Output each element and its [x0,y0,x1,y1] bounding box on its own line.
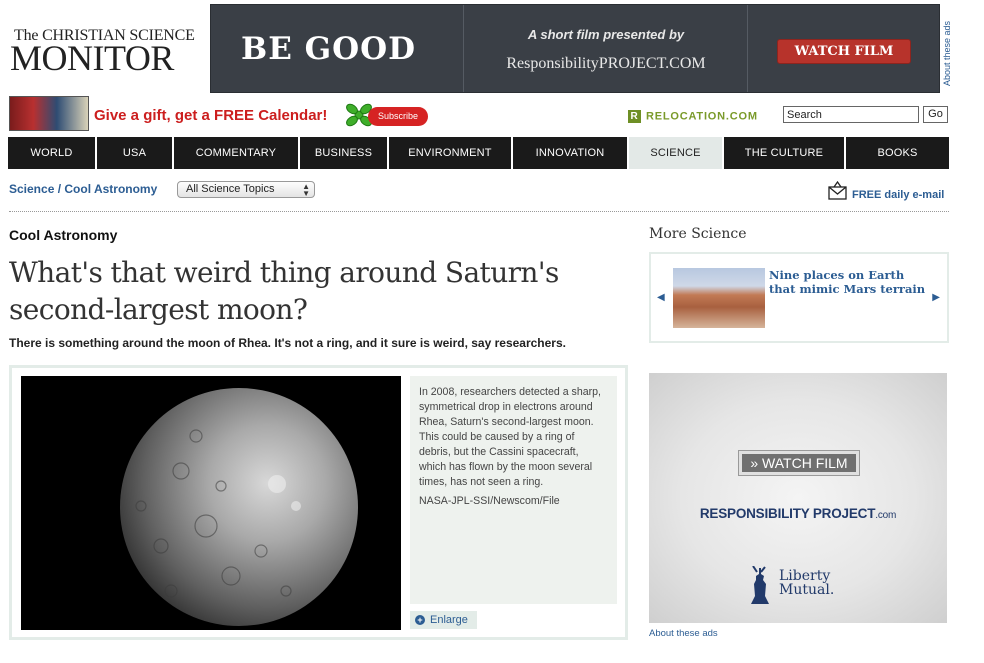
logo-line-2: MONITOR [10,38,174,78]
nav-item-business[interactable]: BUSINESS [300,137,389,169]
nav-item-the-culture[interactable]: THE CULTURE [724,137,846,169]
caption-text: In 2008, researchers detected a sharp, s… [419,386,601,488]
gift-promo-text[interactable]: Give a gift, get a FREE Calendar! [94,107,327,124]
photo-module: In 2008, researchers detected a sharp, s… [9,365,628,640]
daily-email-label: FREE daily e-mail [852,189,945,201]
nav-item-world[interactable]: WORLD [8,137,97,169]
liberty-mutual-logo: Liberty Mutual. [745,566,865,606]
main-nav: WORLD USA COMMENTARY BUSINESS ENVIRONMEN… [8,137,949,169]
magazine-stack-image [9,96,89,131]
sponsor-line-2: Mutual. [779,582,835,598]
about-ads-link[interactable]: About these ads [649,628,718,639]
envelope-icon [828,181,847,200]
photo-caption: In 2008, researchers detected a sharp, s… [410,376,617,604]
more-science-heading: More Science [649,226,747,242]
plus-icon: + [415,615,425,625]
about-ads-link-vertical[interactable]: About these ads [940,10,954,90]
article-kicker[interactable]: Cool Astronomy [9,227,117,243]
select-arrows-icon: ▲ ▼ [302,182,310,198]
ad-brand-name: RESPONSIBILITY PROJECT [699,506,876,521]
relocation-logo-icon: R [628,110,641,123]
carousel-next-icon[interactable]: ▶ [932,292,940,303]
photo-credit: NASA-JPL-SSI/Newscom/File [419,495,560,507]
sidebar-ad[interactable]: » WATCH FILM RESPONSIBILITY PROJECT.com … [649,373,947,623]
ad-brand: ResponsibilityPROJECT.COM [506,55,706,72]
carousel-prev-icon[interactable]: ◀ [657,292,665,303]
breadcrumb-cool-astronomy[interactable]: Cool Astronomy [64,182,157,196]
ad-divider [463,5,464,92]
gift-promo[interactable]: Give a gift, get a FREE Calendar! Subscr… [8,96,438,132]
watch-film-button[interactable]: WATCH FILM [777,39,911,64]
moon-image [21,376,401,630]
article-deck: There is something around the moon of Rh… [9,336,566,350]
rhea-moon-photo[interactable] [21,376,401,630]
ad-brand-suffix: .com [875,510,897,521]
enlarge-label: Enlarge [430,614,468,626]
breadcrumb-science[interactable]: Science [9,182,54,196]
article-headline: What's that weird thing around Saturn's … [9,256,559,326]
promo-story-link[interactable]: Nine places on Earth that mimic Mars ter… [769,268,929,296]
mars-terrain-thumbnail[interactable] [673,268,765,328]
relocation-link[interactable]: R RELOCATION.COM [628,110,758,126]
ad-brand-text: RESPONSIBILITY PROJECT.com [649,506,947,521]
site-logo[interactable]: The CHRISTIAN SCIENCE MONITOR [10,28,195,78]
top-banner-ad[interactable]: BE GOOD A short film presented by Respon… [210,4,940,93]
statue-of-liberty-icon [751,566,769,604]
nav-item-environment[interactable]: ENVIRONMENT [389,137,513,169]
relocation-label: RELOCATION.COM [646,110,758,123]
ad-subtitle: A short film presented by [527,27,685,42]
nav-item-commentary[interactable]: COMMENTARY [174,137,300,169]
nav-item-books[interactable]: BOOKS [846,137,949,169]
enlarge-button[interactable]: + Enlarge [410,611,477,629]
more-science-carousel: ◀ Nine places on Earth that mimic Mars t… [649,252,949,343]
about-ads-label: About these ads [942,20,952,86]
dotted-divider [9,211,949,212]
ad-headline: BE GOOD [241,31,416,67]
ad-watch-film-button[interactable]: » WATCH FILM [738,450,860,476]
subscribe-button[interactable]: Subscribe [368,107,428,126]
breadcrumb-separator: / [54,182,65,196]
nav-item-science[interactable]: SCIENCE [629,137,724,169]
topics-select-value: All Science Topics [186,183,275,195]
nav-item-usa[interactable]: USA [97,137,174,169]
search-input[interactable] [783,106,919,123]
search-go-button[interactable]: Go [923,106,948,123]
ad-divider [747,5,748,92]
nav-item-innovation[interactable]: INNOVATION [513,137,629,169]
breadcrumb: Science / Cool Astronomy [9,182,157,196]
science-topics-select[interactable]: All Science Topics ▲ ▼ [177,181,315,198]
